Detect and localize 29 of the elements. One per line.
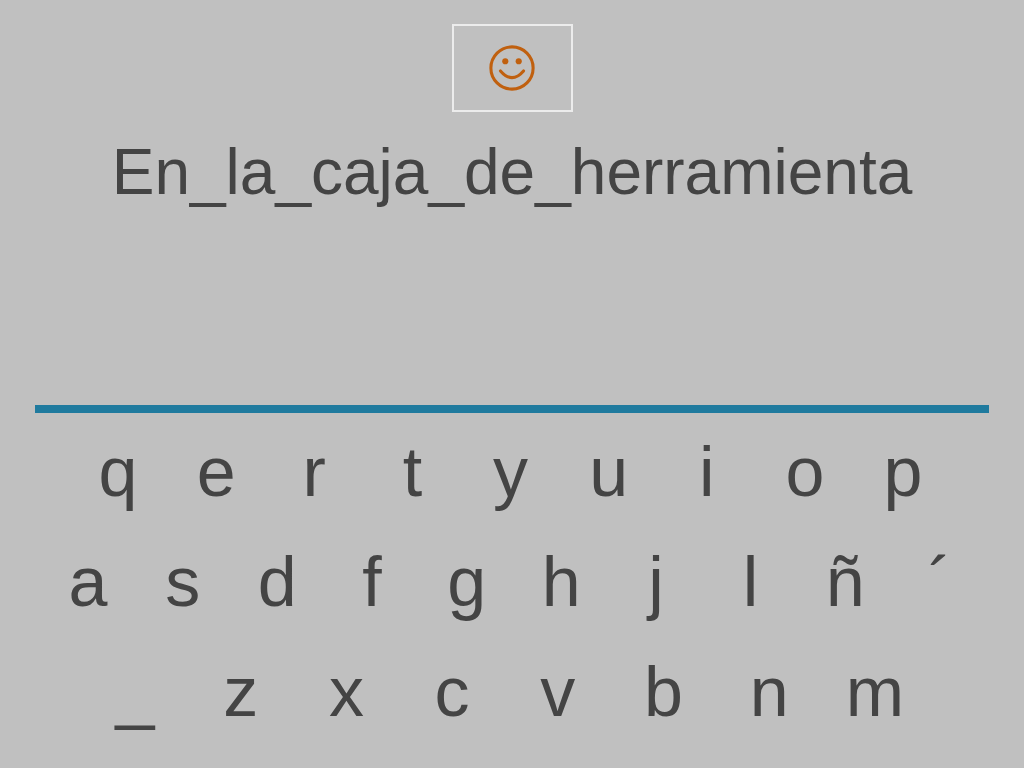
letter-key[interactable]: i (676, 427, 737, 517)
letter-key[interactable]: m (844, 647, 905, 737)
letter-key[interactable]: p (873, 427, 933, 517)
letter-key[interactable]: o (774, 427, 835, 517)
letter-key[interactable]: t (382, 427, 443, 517)
letter-key[interactable]: g (436, 537, 497, 627)
letter-key[interactable]: x (316, 647, 377, 737)
letter-key[interactable]: u (578, 427, 639, 517)
letter-key[interactable]: d (247, 537, 308, 627)
letter-key[interactable]: f (341, 537, 402, 627)
smiley-icon (488, 44, 536, 92)
letter-key[interactable]: c (422, 647, 483, 737)
letter-key[interactable]: a (58, 537, 118, 627)
letter-key[interactable]: v (527, 647, 588, 737)
letter-key[interactable]: ñ (815, 537, 876, 627)
prompt-text: En_la_caja_de_herramienta (110, 135, 914, 210)
letter-key[interactable]: ´ (909, 537, 970, 627)
letter-key[interactable]: r (284, 427, 345, 517)
letter-key[interactable]: _ (105, 647, 165, 737)
letter-key[interactable]: y (480, 427, 541, 517)
letter-key[interactable]: l (720, 537, 781, 627)
letter-key[interactable]: b (633, 647, 694, 737)
letter-key[interactable]: j (625, 537, 686, 627)
letter-key[interactable]: e (186, 427, 247, 517)
letter-key[interactable]: q (88, 427, 148, 517)
letter-key[interactable]: n (739, 647, 800, 737)
letter-key[interactable]: z (210, 647, 271, 737)
letter-key[interactable]: h (531, 537, 592, 627)
letter-key[interactable]: s (152, 537, 213, 627)
